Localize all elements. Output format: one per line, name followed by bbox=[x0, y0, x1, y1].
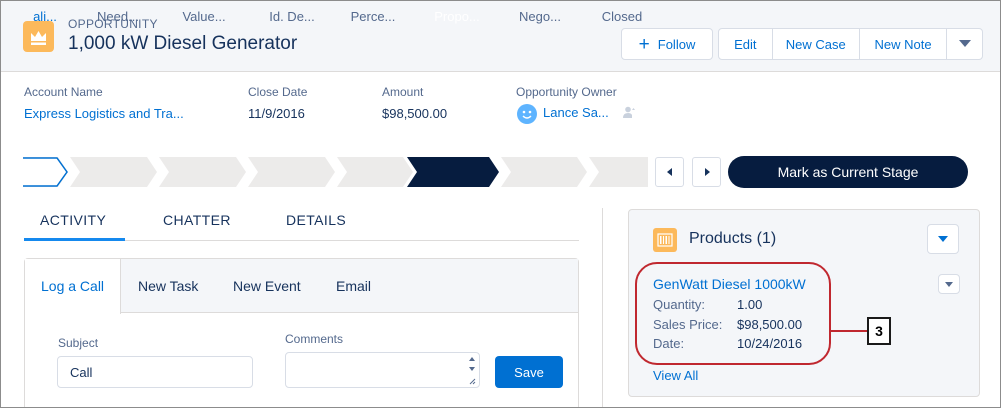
owner-label: Opportunity Owner bbox=[516, 85, 617, 99]
path-stage-proposal-current[interactable]: Propo... bbox=[417, 1, 497, 31]
comments-textarea[interactable] bbox=[285, 352, 480, 388]
activity-publisher: Log a Call New Task New Event Email Subj… bbox=[24, 258, 579, 407]
new-case-button[interactable]: New Case bbox=[773, 29, 860, 59]
sales-path bbox=[23, 157, 648, 187]
callout-connector bbox=[829, 330, 867, 332]
tab-activity[interactable]: ACTIVITY bbox=[40, 212, 106, 228]
path-stage-negotiation[interactable]: Nego... bbox=[509, 1, 571, 31]
close-date-label: Close Date bbox=[248, 85, 308, 99]
screenshot-frame: OPPORTUNITY 1,000 kW Diesel Generator + … bbox=[0, 0, 1001, 408]
products-title: Products (1) bbox=[689, 230, 777, 247]
path-stage-closed[interactable]: Closed bbox=[597, 1, 647, 31]
change-owner-icon[interactable] bbox=[622, 105, 636, 124]
owner-link[interactable]: Lance Sa... bbox=[543, 105, 609, 120]
path-stage-needs-analysis[interactable]: Need... bbox=[83, 1, 153, 31]
path-stage-bg bbox=[248, 157, 335, 187]
path-stage-value-proposition[interactable]: Value... bbox=[169, 1, 239, 31]
publisher-tabbar: Log a Call New Task New Event Email bbox=[25, 259, 578, 314]
path-stage-qualification[interactable]: ali... bbox=[23, 1, 67, 31]
path-stage-bg bbox=[501, 157, 587, 187]
comments-label: Comments bbox=[285, 332, 344, 346]
amount-label: Amount bbox=[382, 85, 424, 99]
follow-label: Follow bbox=[657, 36, 696, 52]
active-tab-indicator bbox=[24, 238, 125, 241]
column-divider bbox=[602, 208, 603, 407]
save-button[interactable]: Save bbox=[495, 356, 563, 388]
path-scroll-right-button[interactable] bbox=[692, 157, 721, 187]
caret-right-icon bbox=[704, 168, 710, 176]
view-all-link[interactable]: View All bbox=[653, 368, 698, 383]
mark-current-stage-button[interactable]: Mark as Current Stage bbox=[728, 156, 968, 188]
account-name-link[interactable]: Express Logistics and Tra... bbox=[24, 106, 184, 121]
account-name-label: Account Name bbox=[24, 85, 103, 99]
tab-details[interactable]: DETAILS bbox=[286, 212, 346, 228]
amount-field: Amount $98,500.00 bbox=[382, 85, 447, 121]
caret-left-icon bbox=[666, 168, 672, 176]
action-button-group: Edit New Case New Note bbox=[718, 28, 983, 60]
path-stage-bg bbox=[589, 157, 648, 187]
path-stage-bg bbox=[337, 157, 413, 187]
product-row-menu-button[interactable] bbox=[938, 274, 960, 294]
new-note-button[interactable]: New Note bbox=[860, 29, 948, 59]
subject-label: Subject bbox=[58, 336, 99, 350]
amount-value: $98,500.00 bbox=[382, 106, 448, 121]
owner-field: Opportunity Owner bbox=[516, 85, 617, 99]
publisher-tab-log-a-call[interactable]: Log a Call bbox=[41, 278, 104, 294]
path-stage-bg bbox=[23, 157, 68, 187]
close-date-field: Close Date 11/9/2016 bbox=[248, 85, 307, 121]
textarea-resize-icon bbox=[469, 357, 476, 385]
callout-highlight-oval bbox=[635, 262, 831, 365]
chevron-down-icon bbox=[938, 236, 948, 242]
chevron-down-icon bbox=[945, 281, 953, 287]
close-date-value: 11/9/2016 bbox=[248, 106, 305, 121]
path-stage-id-decision-makers[interactable]: Id. De... bbox=[257, 1, 327, 31]
product-barcode-icon bbox=[653, 228, 677, 252]
path-scroll-left-button[interactable] bbox=[655, 157, 684, 187]
path-stage-bg bbox=[159, 157, 246, 187]
subject-input[interactable]: Call bbox=[57, 356, 253, 388]
path-stage-current-bg bbox=[407, 157, 499, 187]
path-stage-bg bbox=[70, 157, 157, 187]
publisher-tab-email[interactable]: Email bbox=[336, 278, 371, 294]
avatar bbox=[517, 104, 537, 124]
tab-chatter[interactable]: CHATTER bbox=[163, 212, 231, 228]
page-title: 1,000 kW Diesel Generator bbox=[68, 33, 298, 54]
products-menu-button[interactable] bbox=[927, 224, 959, 254]
publisher-tab-new-task[interactable]: New Task bbox=[138, 278, 198, 294]
follow-button[interactable]: + Follow bbox=[621, 28, 713, 60]
callout-number-badge: 3 bbox=[867, 317, 891, 345]
account-name-field: Account Name Express Logistics and Tra..… bbox=[24, 85, 184, 121]
chevron-down-icon bbox=[958, 40, 971, 47]
more-actions-button[interactable] bbox=[947, 29, 982, 59]
publisher-tab-new-event[interactable]: New Event bbox=[233, 278, 301, 294]
edit-button[interactable]: Edit bbox=[719, 29, 773, 59]
plus-icon: + bbox=[638, 33, 650, 55]
path-stage-perception-analysis[interactable]: Perce... bbox=[343, 1, 403, 31]
